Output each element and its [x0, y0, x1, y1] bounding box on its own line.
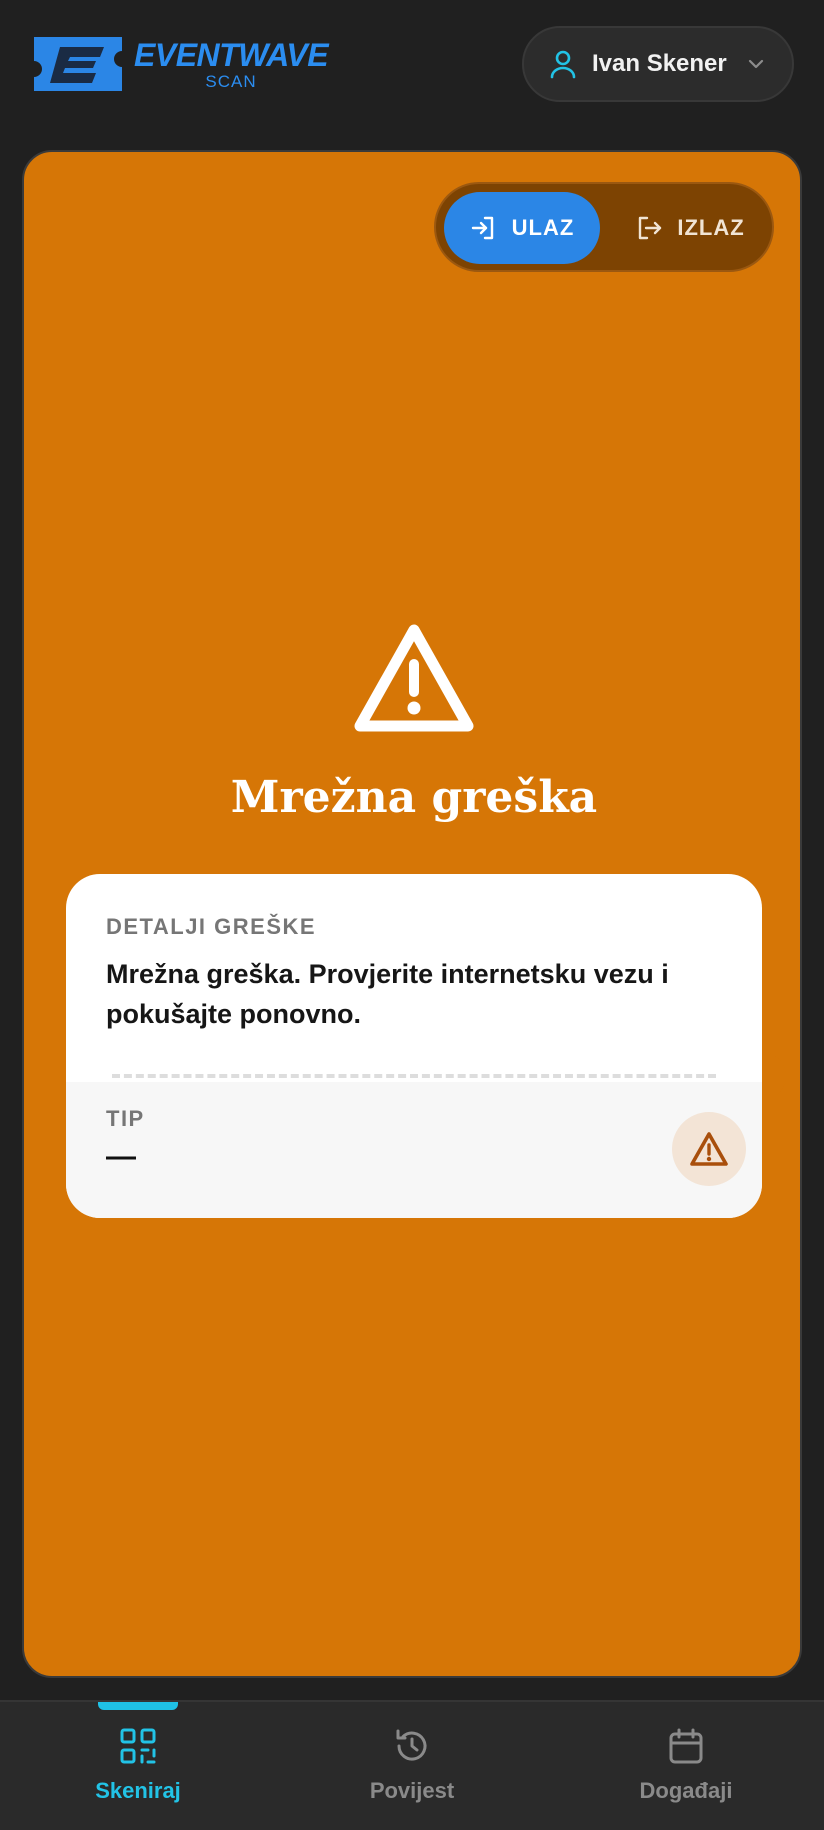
exit-button[interactable]: IZLAZ: [614, 192, 766, 264]
ticket-type-badge: [672, 1112, 746, 1186]
ticket-type-label: TIP: [106, 1106, 145, 1131]
brand-subtitle: SCAN: [205, 71, 257, 91]
entry-button[interactable]: ULAZ: [444, 192, 600, 264]
error-ticket: DETALJI GREŠKE Mrežna greška. Provjerite…: [66, 874, 762, 1218]
ticket-type-value: —: [106, 1140, 136, 1173]
exit-icon: [639, 216, 662, 240]
user-icon: [550, 50, 576, 79]
nav-item-history[interactable]: Povijest: [312, 1726, 512, 1804]
exit-label: IZLAZ: [677, 215, 745, 240]
brand-text: EVENTWAVE SCAN: [134, 36, 329, 91]
scan-status-card: ULAZ IZLAZ Mrežna greška DETALJI GREŠKE: [22, 150, 802, 1678]
direction-toggle: ULAZ IZLAZ: [434, 182, 774, 272]
history-icon: [396, 1729, 427, 1761]
ticket-stub: [66, 1082, 762, 1218]
nav-item-scan[interactable]: Skeniraj: [38, 1726, 238, 1804]
app-root: EVENTWAVE SCAN Ivan Skener ULAZ IZLAZ Mr…: [0, 0, 824, 1830]
nav-label-scan: Skeniraj: [95, 1778, 181, 1803]
chevron-down-icon: [748, 59, 764, 69]
ticket-perforation: [112, 1074, 716, 1078]
qr-code-icon: [120, 1728, 156, 1764]
warning-icon: [354, 624, 474, 732]
bottom-nav: Skeniraj Povijest Događaji: [0, 1700, 824, 1830]
status-title: Mrežna greška: [230, 772, 598, 823]
calendar-icon: [669, 1728, 703, 1764]
nav-label-history: Povijest: [369, 1778, 455, 1803]
enter-icon: [471, 216, 493, 240]
nav-label-events: Događaji: [639, 1778, 733, 1803]
brand-logo[interactable]: EVENTWAVE SCAN: [30, 32, 350, 96]
error-message: Mrežna greška. Provjerite internetsku ve…: [106, 959, 669, 1029]
user-menu-button[interactable]: Ivan Skener: [522, 26, 794, 102]
user-name: Ivan Skener: [592, 50, 727, 77]
entry-label: ULAZ: [511, 215, 575, 240]
nav-item-events[interactable]: Događaji: [586, 1726, 786, 1804]
active-tab-indicator: [98, 1702, 178, 1710]
header: EVENTWAVE SCAN Ivan Skener: [0, 0, 824, 125]
error-details-label: DETALJI GREŠKE: [106, 914, 317, 939]
warning-icon: [690, 1132, 728, 1166]
ticket-logo-icon: [34, 37, 122, 91]
brand-name: EVENTWAVE: [134, 36, 329, 73]
